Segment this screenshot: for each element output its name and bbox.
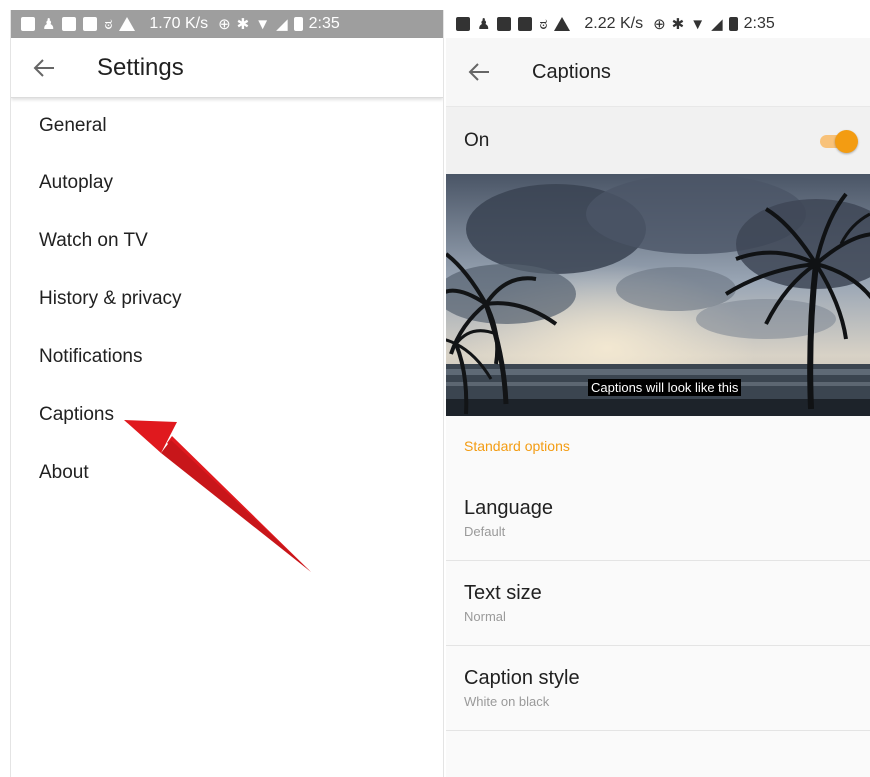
arrow-left-icon[interactable] xyxy=(31,55,57,81)
person-icon: ♟ xyxy=(42,15,56,33)
option-value: Default xyxy=(464,524,506,539)
option-value: White on black xyxy=(464,694,550,709)
settings-item-about[interactable]: About xyxy=(11,444,443,502)
captions-toggle[interactable] xyxy=(818,129,858,153)
option-text-size[interactable]: Text size Normal xyxy=(446,561,870,646)
settings-item-captions[interactable]: Captions xyxy=(11,386,443,444)
signal-icon: ◢ xyxy=(276,15,288,33)
caption-sample-text: Captions will look like this xyxy=(588,379,742,396)
option-caption-style[interactable]: Caption style White on black xyxy=(446,646,870,731)
option-title: Text size xyxy=(464,582,542,604)
photo-icon xyxy=(518,17,533,31)
option-value: Normal xyxy=(464,609,506,624)
signal-icon: ◢ xyxy=(711,15,723,33)
system-icons: ⊕ ✱ ▼ ◢ 2:35 xyxy=(653,15,775,33)
wifi-icon: ▼ xyxy=(690,15,706,33)
toggle-thumb xyxy=(835,129,858,153)
settings-item-general[interactable]: General xyxy=(11,98,443,154)
incognito-icon: ಠ xyxy=(539,15,548,33)
bluetooth-icon: ✱ xyxy=(671,15,685,33)
app-bar: Captions xyxy=(446,38,870,106)
status-bar: ♟ ಠ 1.70 K/s ⊕ ✱ ▼ ◢ 2:35 xyxy=(11,10,443,38)
warning-icon xyxy=(554,17,571,31)
warning-icon xyxy=(119,17,136,31)
settings-list: General Autoplay Watch on TV History & p… xyxy=(11,98,443,502)
document-icon xyxy=(456,17,470,31)
option-language[interactable]: Language Default xyxy=(446,476,870,561)
network-speed: 1.70 K/s xyxy=(149,15,209,32)
incognito-icon: ಠ xyxy=(104,15,113,33)
settings-item-history-privacy[interactable]: History & privacy xyxy=(11,270,443,328)
status-bar: ♟ ಠ 2.22 K/s ⊕ ✱ ▼ ◢ 2:35 xyxy=(446,10,870,38)
notification-icons: ♟ ಠ xyxy=(456,15,571,33)
battery-icon xyxy=(728,17,738,31)
settings-item-watch-on-tv[interactable]: Watch on TV xyxy=(11,212,443,270)
option-title: Caption style xyxy=(464,667,580,689)
settings-item-autoplay[interactable]: Autoplay xyxy=(11,154,443,212)
toggle-label: On xyxy=(464,129,490,151)
app-bar: Settings xyxy=(11,38,443,98)
settings-item-notifications[interactable]: Notifications xyxy=(11,328,443,386)
network-speed: 2.22 K/s xyxy=(584,15,644,32)
section-header: Standard options xyxy=(464,438,570,454)
data-saver-icon: ⊕ xyxy=(653,15,666,33)
photo-icon xyxy=(83,17,98,31)
clock: 2:35 xyxy=(743,15,775,32)
page-title: Captions xyxy=(532,60,611,83)
system-icons: ⊕ ✱ ▼ ◢ 2:35 xyxy=(218,15,340,33)
person-icon: ♟ xyxy=(477,15,491,33)
battery-icon xyxy=(293,17,303,31)
caption-preview: Captions will look like this xyxy=(446,174,870,416)
page-title: Settings xyxy=(97,53,184,81)
bluetooth-icon: ✱ xyxy=(236,15,250,33)
settings-screen: ♟ ಠ 1.70 K/s ⊕ ✱ ▼ ◢ 2:35 Settings Gener… xyxy=(10,10,444,777)
image-icon xyxy=(497,17,512,31)
wifi-icon: ▼ xyxy=(255,15,271,33)
captions-screen: ♟ ಠ 2.22 K/s ⊕ ✱ ▼ ◢ 2:35 Captions On Ca… xyxy=(446,10,870,777)
image-icon xyxy=(62,17,77,31)
document-icon xyxy=(21,17,35,31)
arrow-left-icon[interactable] xyxy=(466,59,492,85)
clock: 2:35 xyxy=(308,15,340,32)
data-saver-icon: ⊕ xyxy=(218,15,231,33)
notification-icons: ♟ ಠ xyxy=(21,15,136,33)
option-title: Language xyxy=(464,497,553,519)
captions-toggle-row[interactable]: On xyxy=(446,106,870,174)
